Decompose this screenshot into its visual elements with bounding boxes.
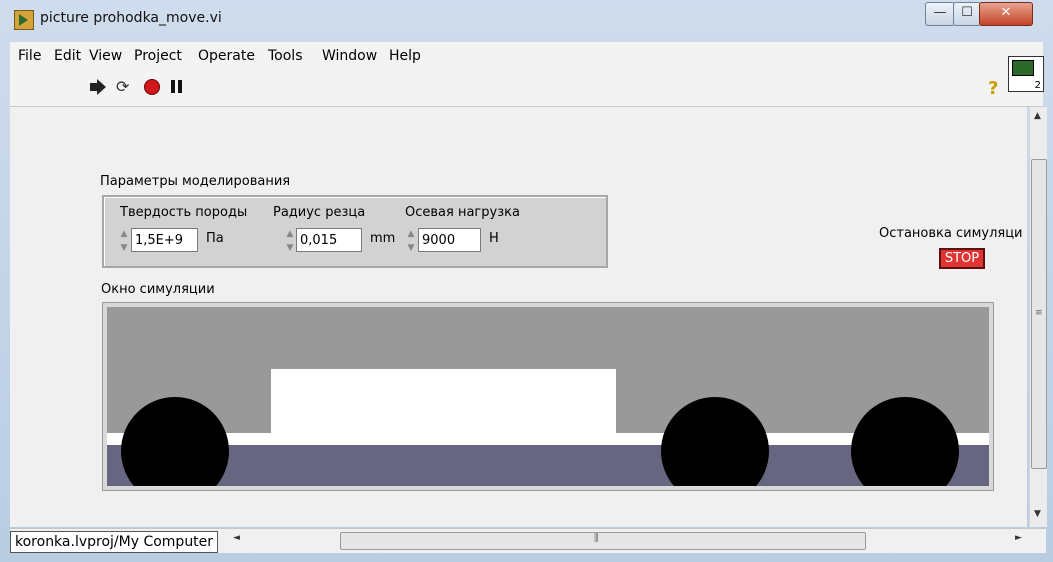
radius-input[interactable]: 0,015 — [296, 228, 362, 252]
menu-bar: File Edit View Project Operate Tools Win… — [10, 42, 1043, 70]
title-bar: picture prohodka_move.vi — ☐ ✕ — [0, 0, 1053, 42]
scroll-left-icon[interactable]: ◄ — [233, 533, 240, 543]
help-icon[interactable]: ? — [988, 78, 1006, 99]
vi-connector-icon[interactable] — [1008, 56, 1044, 92]
menu-help[interactable]: Help — [389, 48, 421, 64]
menu-window[interactable]: Window — [322, 48, 377, 64]
vi-app-icon — [14, 10, 34, 30]
simulation-canvas — [107, 307, 989, 486]
scroll-right-icon[interactable]: ► — [1015, 533, 1022, 543]
radius-label: Радиус резца — [273, 205, 366, 220]
window-title: picture prohodka_move.vi — [40, 10, 222, 26]
simulation-picture — [102, 302, 994, 491]
params-group-label: Параметры моделирования — [100, 174, 291, 189]
load-label: Осевая нагрузка — [405, 205, 520, 220]
simulation-window-label: Окно симуляции — [101, 282, 215, 297]
run-continuously-icon[interactable]: ⟳ — [116, 78, 134, 96]
stop-simulation-label: Остановка симуляци — [879, 226, 1023, 241]
status-bar: koronka.lvproj/My Computer ◄ ⫼ ► — [10, 528, 1046, 553]
hardness-increment-icon[interactable]: ▲ ▼ — [118, 227, 130, 255]
minimize-button[interactable]: — — [925, 2, 955, 26]
project-path[interactable]: koronka.lvproj/My Computer — [10, 531, 219, 553]
abort-icon[interactable] — [143, 78, 161, 96]
vertical-scrollbar[interactable]: ▲ ≡ ▼ — [1029, 107, 1047, 527]
radius-unit: mm — [370, 231, 396, 246]
radius-increment-icon[interactable]: ▲ ▼ — [284, 227, 296, 255]
load-unit: H — [489, 231, 499, 246]
cutout-area — [271, 369, 616, 439]
pause-icon[interactable] — [168, 78, 186, 96]
hardness-unit: Па — [206, 231, 224, 246]
toolbar: ⟳ ? — [10, 70, 1043, 107]
load-increment-icon[interactable]: ▲ ▼ — [405, 227, 417, 255]
menu-file[interactable]: File — [18, 48, 41, 64]
labview-window: picture prohodka_move.vi — ☐ ✕ File Edit… — [0, 0, 1053, 562]
grip-icon: ⫼ — [594, 533, 599, 544]
run-arrow-icon[interactable] — [88, 78, 106, 96]
menu-tools[interactable]: Tools — [268, 48, 303, 64]
maximize-button[interactable]: ☐ — [953, 2, 981, 26]
stop-button[interactable]: STOP — [939, 248, 985, 269]
menu-operate[interactable]: Operate — [198, 48, 255, 64]
scroll-up-icon[interactable]: ▲ — [1034, 111, 1041, 121]
load-input[interactable]: 9000 — [418, 228, 481, 252]
vertical-scroll-thumb[interactable]: ≡ — [1031, 159, 1047, 469]
close-button[interactable]: ✕ — [979, 2, 1033, 26]
grip-icon: ≡ — [1035, 308, 1043, 318]
scroll-down-icon[interactable]: ▼ — [1034, 509, 1041, 519]
menu-edit[interactable]: Edit — [54, 48, 81, 64]
menu-view[interactable]: View — [89, 48, 122, 64]
menu-project[interactable]: Project — [134, 48, 182, 64]
hardness-input[interactable]: 1,5E+9 — [131, 228, 198, 252]
hardness-label: Твердость породы — [120, 205, 248, 220]
horizontal-scroll-thumb[interactable]: ⫼ — [340, 532, 866, 550]
